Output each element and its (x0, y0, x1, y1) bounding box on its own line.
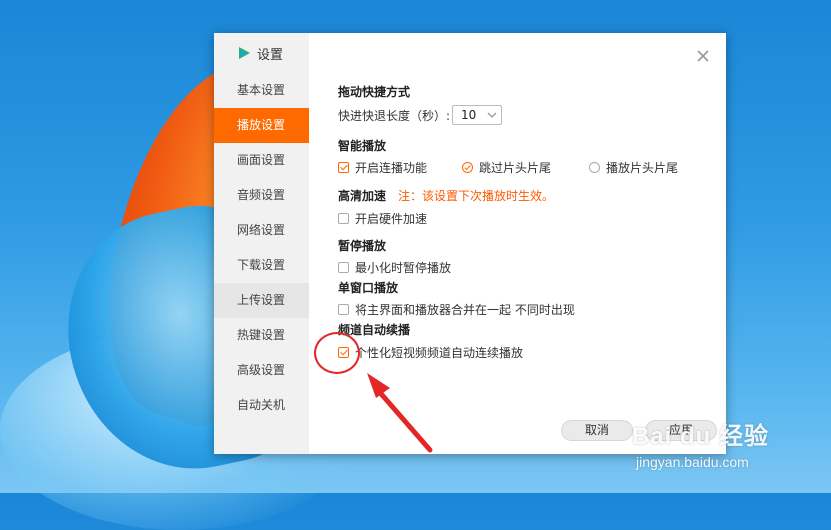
chevron-down-icon (487, 112, 497, 118)
single-section-title: 单窗口播放 (338, 281, 399, 295)
merge-window-checkbox[interactable] (338, 304, 349, 315)
settings-content: 拖动快捷方式 快进快退长度（秒）: 10 智能播放 开启连播功能 跳过片头片尾 … (309, 33, 726, 454)
baidu-watermark: Bai du 经验 jingyan.baidu.com (632, 416, 831, 493)
hw-accel-option[interactable]: 开启硬件加速 (338, 210, 427, 227)
seek-length-value: 10 (461, 108, 477, 122)
continuous-play-label: 开启连播功能 (355, 161, 428, 175)
app-logo-icon (239, 47, 250, 59)
skip-intro-option[interactable]: 跳过片头片尾 (462, 159, 551, 176)
settings-sidebar: 设置 基本设置 播放设置 画面设置 音频设置 网络设置 下载设置 上传设置 热键设置 高级设置自… (214, 33, 309, 454)
sidebar-nav-item[interactable]: 热键设置 (214, 318, 309, 353)
play-intro-radio[interactable] (589, 162, 600, 173)
merge-window-option[interactable]: 将主界面和播放器合并在一起 不同时出现 (338, 301, 575, 318)
channel-autoplay-label: 个性化短视频频道自动连续播放 (355, 346, 524, 360)
sidebar-nav-item[interactable]: 音频设置 (214, 178, 309, 213)
hw-note: 注：该设置下次播放时生效。 (398, 189, 555, 203)
drag-section-title: 拖动快捷方式 (338, 85, 411, 99)
watermark-url: jingyan.baidu.com (636, 454, 749, 470)
play-intro-option[interactable]: 播放片头片尾 (589, 159, 678, 176)
sidebar-nav-item[interactable]: 高级设置 (214, 353, 309, 388)
pause-section-title: 暂停播放 (338, 239, 387, 253)
skip-intro-radio[interactable] (462, 162, 473, 173)
minimize-pause-checkbox[interactable] (338, 262, 349, 273)
settings-dialog: 设置 基本设置 播放设置 画面设置 音频设置 网络设置 下载设置 上传设置 热键设置 高级设置自… (214, 33, 726, 454)
hw-section-title: 高清加速 注：该设置下次播放时生效。 (338, 187, 554, 204)
watermark-logo: Bai du 经验 (632, 423, 770, 450)
sidebar-nav-item[interactable]: 上传设置 (214, 283, 309, 318)
sidebar-nav-item[interactable]: 自动关机 (214, 388, 309, 423)
cancel-button[interactable]: 取消 (561, 420, 633, 441)
seek-length-row: 快进快退长度（秒）: 10 (338, 105, 503, 125)
minimize-pause-option[interactable]: 最小化时暂停播放 (338, 259, 451, 276)
smart-section-title: 智能播放 (338, 139, 387, 153)
continuous-play-option[interactable]: 开启连播功能 (338, 159, 427, 176)
minimize-pause-label: 最小化时暂停播放 (355, 261, 452, 275)
sidebar-nav-item[interactable]: 画面设置 (214, 143, 309, 178)
dialog-title-text: 设置 (257, 47, 284, 63)
annotation-circle (314, 332, 360, 374)
dialog-title: 设置 (236, 43, 283, 63)
sidebar-nav-item[interactable]: 基本设置 (214, 73, 309, 108)
seek-length-label: 快进快退长度（秒）: (338, 108, 451, 123)
hw-accel-checkbox[interactable] (338, 213, 349, 224)
merge-window-label: 将主界面和播放器合并在一起 不同时出现 (355, 303, 575, 317)
play-intro-label: 播放片头片尾 (606, 161, 679, 175)
sidebar-nav-item[interactable]: 下载设置 (214, 248, 309, 283)
skip-intro-label: 跳过片头片尾 (479, 161, 552, 175)
hw-section-title-text: 高清加速 (338, 189, 387, 203)
sidebar-nav-item[interactable]: 播放设置 (214, 108, 309, 143)
continuous-play-checkbox[interactable] (338, 162, 349, 173)
channel-autoplay-option[interactable]: 个性化短视频频道自动连续播放 (338, 344, 523, 361)
seek-length-select[interactable]: 10 (452, 105, 503, 125)
hw-accel-label: 开启硬件加速 (355, 212, 428, 226)
sidebar-nav-item[interactable]: 网络设置 (214, 213, 309, 248)
